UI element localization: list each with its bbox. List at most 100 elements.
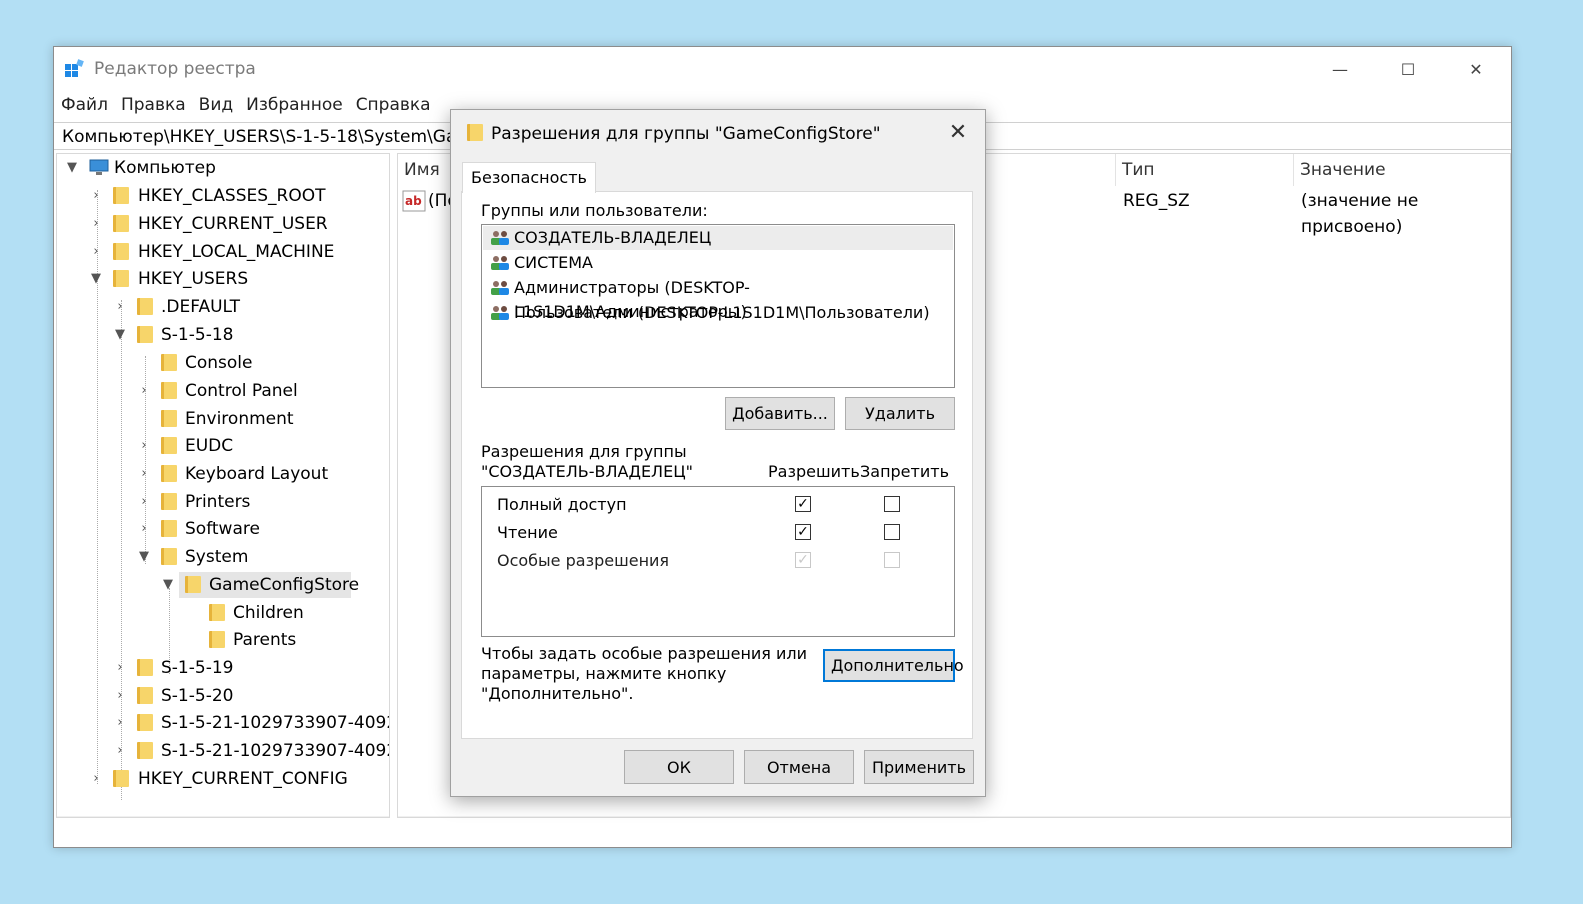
tree-node-default[interactable]: › .DEFAULT — [57, 294, 387, 320]
permission-read-label: Чтение — [497, 523, 558, 542]
menu-file[interactable]: Файл — [54, 93, 114, 119]
chevron-down-icon[interactable]: ▼ — [161, 572, 175, 598]
tab-security[interactable]: Безопасность — [462, 162, 596, 193]
scroll-left-icon[interactable]: < — [57, 816, 79, 817]
read-deny-checkbox[interactable] — [884, 524, 900, 540]
tree-node-gameconfigstore[interactable]: ▼ GameConfigStore — [57, 572, 387, 598]
minimize-button[interactable]: — — [1306, 47, 1374, 91]
tree-node-hkcu[interactable]: › HKEY_CURRENT_USER — [57, 211, 387, 237]
permissions-label-line2: "СОЗДАТЕЛЬ-ВЛАДЕЛЕЦ" — [481, 462, 693, 481]
menu-edit[interactable]: Правка — [114, 93, 192, 119]
chevron-right-icon[interactable]: › — [113, 683, 127, 709]
scroll-right-icon[interactable]: > — [1486, 816, 1508, 817]
chevron-down-icon[interactable]: ▼ — [113, 322, 127, 348]
tree-node-hklm[interactable]: › HKEY_LOCAL_MACHINE — [57, 239, 387, 265]
read-allow-checkbox[interactable]: ✓ — [795, 524, 811, 540]
tree-node-hkcc[interactable]: › HKEY_CURRENT_CONFIG — [57, 766, 387, 792]
svg-text:ab: ab — [405, 194, 422, 208]
chevron-right-icon[interactable]: › — [113, 294, 127, 320]
chevron-right-icon[interactable]: › — [137, 489, 151, 515]
full-access-allow-checkbox[interactable]: ✓ — [795, 496, 811, 512]
chevron-right-icon[interactable]: › — [137, 516, 151, 542]
tree-label: Children — [233, 603, 304, 623]
tree-node-console[interactable]: Console — [57, 350, 387, 376]
user-group-icon — [491, 256, 509, 270]
chevron-right-icon[interactable]: › — [137, 378, 151, 404]
tree-node-eudc[interactable]: › EUDC — [57, 433, 387, 459]
folder-icon — [113, 243, 129, 260]
user-group-icon — [491, 306, 509, 320]
tree-label: HKEY_CURRENT_USER — [138, 214, 328, 234]
column-header-type[interactable]: Тип — [1116, 154, 1294, 186]
tree-node-s-1-5-20[interactable]: › S-1-5-20 — [57, 683, 387, 709]
folder-icon — [137, 714, 153, 731]
menu-favorites[interactable]: Избранное — [239, 93, 349, 119]
chevron-right-icon[interactable]: › — [137, 461, 151, 487]
tree-node-hkcr[interactable]: › HKEY_CLASSES_ROOT — [57, 183, 387, 209]
scroll-left-icon[interactable]: < — [398, 816, 420, 817]
tree-node-keyboard-layout[interactable]: › Keyboard Layout — [57, 461, 387, 487]
user-label: СОЗДАТЕЛЬ-ВЛАДЕЛЕЦ — [514, 228, 712, 247]
ok-button[interactable]: ОК — [624, 750, 734, 784]
tree-node-s-1-5-18[interactable]: ▼ S-1-5-18 — [57, 322, 387, 348]
menu-help[interactable]: Справка — [349, 93, 437, 119]
user-group-icon — [491, 231, 509, 245]
maximize-button[interactable]: ☐ — [1374, 47, 1442, 91]
tree-node-parents[interactable]: Parents — [57, 627, 387, 653]
tree-horizontal-scrollbar[interactable]: < > — [57, 816, 389, 817]
chevron-right-icon[interactable]: › — [113, 738, 127, 764]
column-header-value[interactable]: Значение — [1294, 154, 1510, 186]
users-listbox[interactable]: СОЗДАТЕЛЬ-ВЛАДЕЛЕЦ СИСТЕМА Администратор… — [481, 224, 955, 388]
tree-node-software[interactable]: › Software — [57, 516, 387, 542]
add-button[interactable]: Добавить... — [725, 397, 835, 430]
chevron-right-icon[interactable]: › — [113, 710, 127, 736]
folder-icon — [467, 124, 483, 141]
tree-node-printers[interactable]: › Printers — [57, 489, 387, 515]
tree-node-control-panel[interactable]: › Control Panel — [57, 378, 387, 404]
user-item-creator-owner[interactable]: СОЗДАТЕЛЬ-ВЛАДЕЛЕЦ — [483, 226, 953, 250]
chevron-down-icon[interactable]: ▼ — [65, 155, 79, 181]
list-horizontal-scrollbar[interactable]: < > — [398, 816, 1510, 817]
chevron-right-icon[interactable]: › — [89, 183, 103, 209]
chevron-down-icon[interactable]: ▼ — [89, 266, 103, 292]
tree-node-s-1-5-21-a[interactable]: › S-1-5-21-1029733907-40921 — [57, 710, 389, 736]
folder-icon — [161, 354, 177, 371]
menu-view[interactable]: Вид — [192, 93, 239, 119]
chevron-right-icon[interactable]: › — [89, 766, 103, 792]
folder-icon — [137, 326, 153, 343]
tree-label: Keyboard Layout — [185, 464, 329, 484]
chevron-right-icon[interactable]: › — [137, 433, 151, 459]
scroll-right-icon[interactable]: > — [365, 816, 387, 817]
chevron-right-icon[interactable]: › — [89, 211, 103, 237]
chevron-down-icon[interactable]: ▼ — [137, 544, 151, 570]
tree-node-hku[interactable]: ▼ HKEY_USERS — [57, 266, 387, 292]
window-title: Редактор реестра — [94, 59, 256, 79]
full-access-deny-checkbox[interactable] — [884, 496, 900, 512]
permissions-dialog: Разрешения для группы "GameConfigStore" … — [450, 109, 986, 797]
apply-button[interactable]: Применить — [864, 750, 974, 784]
close-button[interactable]: ✕ — [1442, 47, 1510, 91]
remove-button[interactable]: Удалить — [845, 397, 955, 430]
tree-label: Environment — [185, 409, 294, 429]
title-bar[interactable]: Редактор реестра — ☐ ✕ — [54, 47, 1511, 91]
user-item-administrators[interactable]: Администраторы (DESKTOP-L1S1D1M\Админист… — [483, 276, 953, 321]
value-row-data: (значение не присвоено) — [1301, 191, 1419, 237]
user-item-users[interactable]: Пользователи (DESKTOP-L1S1D1M\Пользовате… — [483, 301, 953, 325]
tree-node-computer[interactable]: ▼ Компьютер — [57, 155, 387, 181]
user-item-system[interactable]: СИСТЕМА — [483, 251, 953, 275]
chevron-right-icon[interactable]: › — [89, 239, 103, 265]
hint-line2: параметры, нажмите кнопку — [481, 664, 727, 683]
chevron-right-icon[interactable]: › — [113, 655, 127, 681]
tree-node-s-1-5-21-b[interactable]: › S-1-5-21-1029733907-40921 — [57, 738, 389, 764]
cancel-button[interactable]: Отмена — [744, 750, 854, 784]
folder-icon — [161, 548, 177, 565]
dialog-close-icon[interactable]: ✕ — [941, 118, 975, 148]
advanced-button[interactable]: Дополнительно — [823, 649, 964, 682]
tree-node-system[interactable]: ▼ System — [57, 544, 387, 570]
key-tree[interactable]: ▼ Компьютер › HKEY_CLASSES_ROOT › HKEY_C… — [56, 153, 390, 818]
tree-node-environment[interactable]: Environment — [57, 406, 387, 432]
folder-icon — [161, 382, 177, 399]
tree-node-children[interactable]: Children — [57, 600, 387, 626]
tree-node-s-1-5-19[interactable]: › S-1-5-19 — [57, 655, 387, 681]
folder-icon — [209, 631, 225, 648]
